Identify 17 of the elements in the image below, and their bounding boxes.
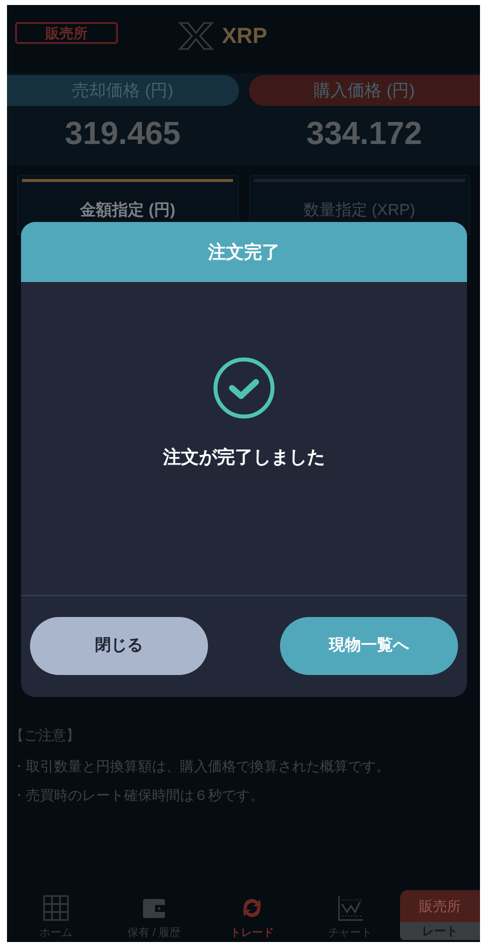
price-value: 334.172: [306, 114, 422, 153]
coin-title: XRP: [222, 22, 268, 50]
close-button[interactable]: 閉じる: [30, 616, 208, 674]
tab-bar-item[interactable]: トレード: [203, 888, 301, 940]
buy-price-label: 購入価格 (円): [248, 75, 480, 106]
dialog-title: 注文完了: [21, 222, 467, 282]
home-icon: [42, 894, 70, 922]
check-circle-icon: [213, 357, 275, 419]
logo-icon: [178, 20, 214, 50]
market-badge[interactable]: 販売所: [15, 22, 118, 44]
dialog-message: 注文が完了しました: [163, 446, 325, 469]
price-value: 319.465: [64, 114, 181, 153]
chart-icon: [336, 894, 364, 922]
note-text: ・取引数量と円換算額は、購入価格で換算された概算です。: [12, 757, 391, 776]
notes-heading: 【ご注意】: [10, 726, 81, 745]
note-text: ・売買時のレート確保時間は６秒です。: [12, 786, 265, 805]
view-list-button[interactable]: 現物一覧へ: [280, 616, 458, 674]
